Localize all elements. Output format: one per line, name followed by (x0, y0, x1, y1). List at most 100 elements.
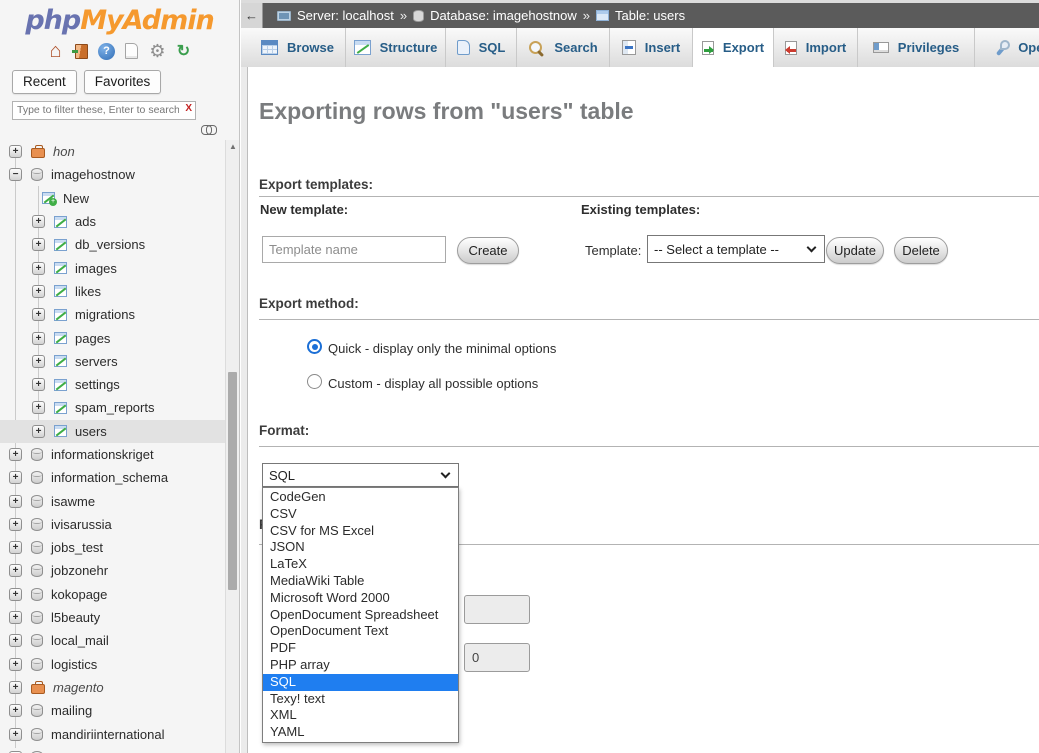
expand-icon[interactable]: + (9, 448, 22, 461)
format-option[interactable]: PDF (263, 640, 458, 657)
format-option[interactable]: CSV (263, 506, 458, 523)
tab-privileges[interactable]: Privileges (858, 28, 975, 67)
favorites-button[interactable]: Favorites (84, 70, 162, 94)
breadcrumb-table[interactable]: Table: users (615, 8, 685, 23)
phpmyadmin-logo[interactable]: phpMyAdmin (0, 0, 239, 36)
expand-icon[interactable]: + (9, 728, 22, 741)
tree-label[interactable]: logistics (51, 657, 97, 672)
update-template-button[interactable]: Update (826, 237, 884, 264)
tree-item-mailing[interactable]: +mailing (0, 699, 225, 722)
delete-template-button[interactable]: Delete (894, 237, 948, 264)
tree-item-spam-reports[interactable]: + spam_reports (0, 396, 225, 419)
expand-icon[interactable]: + (32, 378, 45, 391)
tree-item-db-versions[interactable]: +db_versions (0, 233, 225, 256)
help-icon[interactable] (98, 43, 115, 60)
tree-label[interactable]: pages (75, 331, 110, 346)
tree-item-ads[interactable]: + ads (0, 210, 225, 233)
tree-label[interactable]: informationskriget (51, 447, 154, 462)
tree-item-informationskriget[interactable]: + informationskriget (0, 443, 225, 466)
tree-item-servers[interactable]: + servers (0, 350, 225, 373)
tree-label[interactable]: spam_reports (75, 400, 154, 415)
expand-icon[interactable]: + (9, 704, 22, 717)
tree-label[interactable]: ads (75, 214, 96, 229)
tab-operations[interactable]: Operations (975, 28, 1039, 67)
tree-item-pages[interactable]: +pages (0, 326, 225, 349)
tree-item-jobs-test[interactable]: +jobs_test (0, 536, 225, 559)
tree-item-migrations[interactable]: +migrations (0, 303, 225, 326)
tree-label[interactable]: New (63, 191, 89, 206)
expand-icon[interactable]: + (32, 285, 45, 298)
expand-icon[interactable]: + (32, 238, 45, 251)
template-name-input[interactable] (262, 236, 446, 263)
tree-item-information-schema[interactable]: + information_schema (0, 466, 225, 489)
expand-icon[interactable]: + (9, 145, 22, 158)
settings-icon[interactable] (148, 42, 167, 61)
tree-label[interactable]: migrations (75, 307, 135, 322)
format-option[interactable]: JSON (263, 539, 458, 556)
tab-search[interactable]: Search (517, 28, 610, 67)
tree-label[interactable]: likes (75, 284, 101, 299)
format-option[interactable]: CSV for MS Excel (263, 523, 458, 540)
tree-label[interactable]: images (75, 261, 117, 276)
tree-item-magento[interactable]: +magento (0, 676, 225, 699)
expand-icon[interactable]: + (9, 588, 22, 601)
tree-item-logistics[interactable]: +logistics (0, 653, 225, 676)
expand-icon[interactable]: + (32, 355, 45, 368)
tree-filter-input[interactable] (12, 101, 196, 120)
tab-sql[interactable]: SQL (446, 28, 517, 67)
tab-export-active[interactable]: Export (693, 28, 774, 67)
number-of-rows-input[interactable] (464, 595, 530, 624)
tree-label[interactable]: information_schema (51, 470, 168, 485)
expand-icon[interactable]: + (32, 401, 45, 414)
format-option[interactable]: CodeGen (263, 489, 458, 506)
link-icon[interactable] (201, 125, 217, 134)
recent-button[interactable]: Recent (12, 70, 77, 94)
home-icon[interactable] (46, 42, 65, 61)
scrollbar-thumb[interactable] (228, 372, 237, 590)
tree-label[interactable]: isawme (51, 494, 95, 509)
refresh-icon[interactable] (174, 42, 193, 61)
expand-icon[interactable]: + (32, 425, 45, 438)
expand-icon[interactable]: + (9, 518, 22, 531)
collapse-icon[interactable]: − (9, 168, 22, 181)
tree-label[interactable]: jobs_test (51, 540, 103, 555)
tree-item-mandiriinternational[interactable]: +mandiriinternational (0, 722, 225, 745)
clear-filter-icon[interactable]: X (185, 103, 192, 114)
tree-item-imagehostnow[interactable]: −imagehostnow (0, 163, 225, 186)
format-option-selected[interactable]: SQL (263, 674, 458, 691)
format-select[interactable]: SQL (262, 463, 459, 487)
tree-label[interactable]: ivisarussia (51, 517, 112, 532)
format-option[interactable]: MediaWiki Table (263, 573, 458, 590)
tree-item-new-table[interactable]: New (0, 187, 225, 210)
format-option[interactable]: YAML (263, 724, 458, 741)
tree-label[interactable]: local_mail (51, 633, 109, 648)
tree-item-kokopage[interactable]: + kokopage (0, 583, 225, 606)
sidebar-scrollbar[interactable] (225, 140, 239, 753)
expand-icon[interactable]: + (32, 215, 45, 228)
expand-icon[interactable]: + (9, 495, 22, 508)
tab-browse[interactable]: Browse (250, 28, 346, 67)
format-option[interactable]: Texy! text (263, 691, 458, 708)
tree-label[interactable]: l5beauty (51, 610, 100, 625)
quick-export-label[interactable]: Quick - display only the minimal options (328, 341, 556, 356)
tree-item-ivisarussia[interactable]: + ivisarussia (0, 513, 225, 536)
expand-icon[interactable]: + (9, 564, 22, 577)
expand-icon[interactable]: + (9, 471, 22, 484)
tree-item-l5beauty[interactable]: +l5beauty (0, 606, 225, 629)
template-select[interactable]: -- Select a template -- (647, 235, 825, 263)
tab-import[interactable]: Import (774, 28, 858, 67)
tree-item-settings[interactable]: +settings (0, 373, 225, 396)
tree-item-hon[interactable]: + hon (0, 140, 225, 163)
format-option[interactable]: OpenDocument Text (263, 623, 458, 640)
row-begin-input[interactable] (464, 643, 530, 672)
tree-item-images[interactable]: + images (0, 256, 225, 279)
tree-label[interactable]: kokopage (51, 587, 107, 602)
format-option[interactable]: XML (263, 707, 458, 724)
tree-label[interactable]: hon (53, 144, 75, 159)
tree-item-isawme[interactable]: + isawme (0, 489, 225, 512)
expand-icon[interactable]: + (32, 262, 45, 275)
tree-label[interactable]: servers (75, 354, 118, 369)
tree-item-mas[interactable]: +mas1605208531937 (0, 746, 225, 753)
breadcrumb-server[interactable]: Server: localhost (297, 8, 394, 23)
breadcrumb-database[interactable]: Database: imagehostnow (430, 8, 577, 23)
